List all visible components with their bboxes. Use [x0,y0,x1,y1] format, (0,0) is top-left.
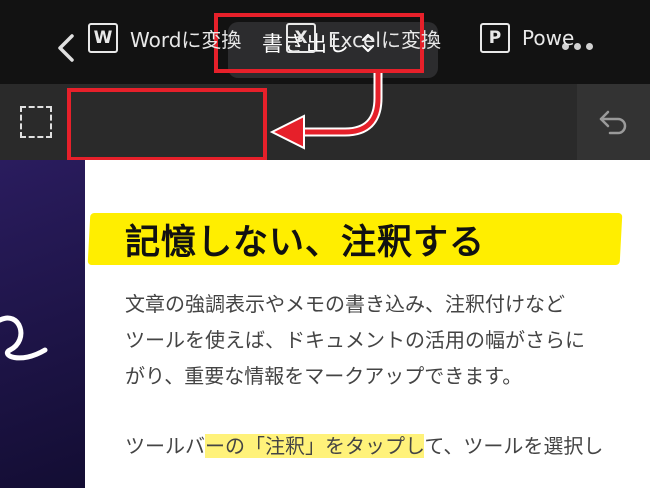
convert-to-excel-button[interactable]: X Excelに変換 [286,0,441,76]
highlighted-text: ーの「注釈」をタップし [205,434,425,458]
document-page: 記憶しない、注釈する 文章の強調表示やメモの書き込み、注釈付けなど ツールを使え… [85,160,650,488]
paragraph-line: ツールを使えば、ドキュメントの活用の幅がさらに [125,328,585,352]
convert-to-powerpoint-label: Powe [522,26,575,50]
document-heading: 記憶しない、注釈する [125,223,486,263]
instruction-line: ツールバーの「注釈」をタップして、ツールを選択し [125,434,604,458]
convert-to-excel-label: Excelに変換 [328,27,441,52]
app-screen: 書き出し W Wordに変換 X Excelに変換 P Powe 記憶しない、注… [0,0,650,488]
convert-to-word-button[interactable]: W Wordに変換 [88,0,241,76]
convert-to-powerpoint-button[interactable]: P Powe [480,0,574,76]
chevron-left-icon [58,34,74,62]
word-annotation-box [67,88,267,161]
paragraph-line: がり、重要な情報をマークアップできます。 [125,364,523,388]
convert-to-word-label: Wordに変換 [130,27,242,52]
document-paragraph: 文章の強調表示やメモの書き込み、注釈付けなど ツールを使えば、ドキュメントの活用… [125,286,650,394]
back-button[interactable] [50,28,86,68]
paragraph-line: 文章の強調表示やメモの書き込み、注釈付けなど [125,292,565,316]
excel-icon: X [286,23,316,53]
word-icon: W [88,23,118,53]
handwriting-stroke-icon [0,315,48,361]
powerpoint-icon: P [480,23,510,53]
side-thumbnail [0,160,85,488]
dashed-selection-icon[interactable] [20,106,52,138]
undo-icon [599,110,626,135]
undo-button[interactable] [577,84,650,160]
